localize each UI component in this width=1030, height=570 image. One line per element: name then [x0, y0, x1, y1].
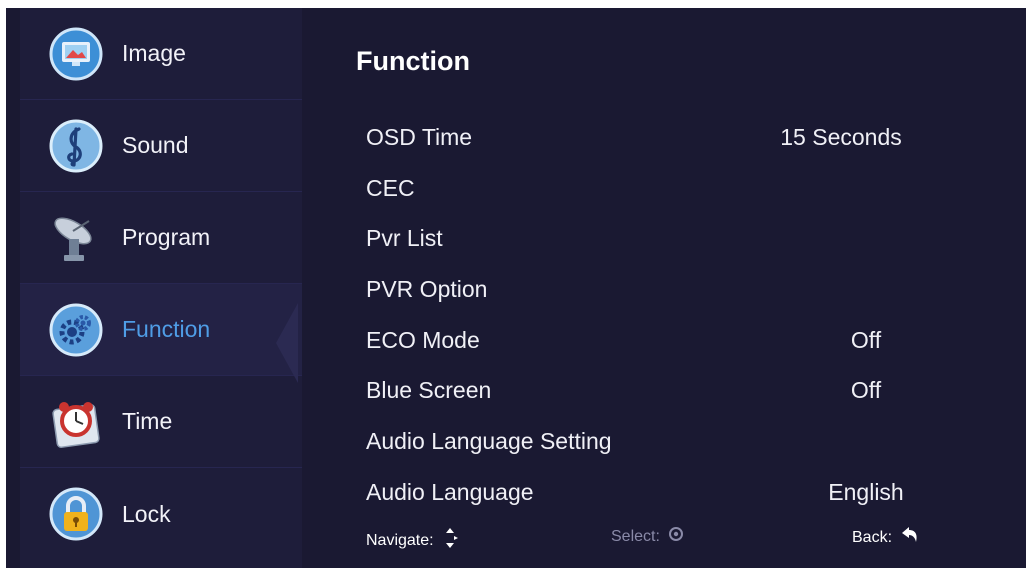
setting-value: English: [828, 478, 904, 505]
setting-pvr-list[interactable]: Pvr List: [366, 213, 966, 264]
setting-osd-time[interactable]: OSD Time 15 Seconds: [366, 112, 966, 163]
sidebar-item-program[interactable]: Program: [20, 192, 302, 284]
satellite-dish-icon: [48, 210, 104, 266]
setting-name: CEC: [366, 174, 415, 201]
sidebar-item-label: Program: [122, 224, 211, 250]
setting-value: Off: [850, 377, 882, 404]
sidebar-item-image[interactable]: Image: [20, 8, 302, 100]
setting-name: Audio Language Setting: [366, 427, 612, 454]
setting-cec[interactable]: CEC: [366, 163, 966, 214]
select-label: Select:: [611, 527, 660, 545]
setting-value: 15 Seconds: [780, 123, 902, 150]
active-indicator: [276, 303, 298, 383]
music-note-icon: [48, 118, 104, 174]
navigate-label: Navigate:: [366, 531, 434, 549]
setting-name: Audio Language: [366, 478, 534, 505]
setting-value: Off: [850, 326, 882, 353]
sidebar-item-lock[interactable]: Lock: [20, 468, 302, 560]
sidebar-item-function[interactable]: Function: [20, 284, 302, 376]
back-hint: Back:: [852, 526, 920, 549]
back-arrow-icon: [900, 526, 920, 549]
sidebar-item-label: Lock: [122, 500, 171, 527]
hint-bar: Navigate: Select: Back:: [366, 526, 966, 556]
navigate-hint: Navigate:: [366, 526, 460, 555]
setting-name: OSD Time: [366, 123, 473, 150]
tv-menu-screen: Image Sound Program Function Time Lock F…: [6, 8, 1026, 568]
setting-audio-language-setting[interactable]: Audio Language Setting: [366, 416, 966, 467]
padlock-icon: [48, 486, 104, 542]
sidebar-item-label: Time: [122, 408, 173, 434]
setting-name: PVR Option: [366, 275, 488, 302]
sidebar-item-label: Sound: [122, 132, 189, 158]
sidebar-item-label: Image: [122, 40, 186, 66]
select-hint: Select:: [611, 526, 684, 547]
setting-audio-language[interactable]: Audio Language English: [366, 467, 966, 518]
back-label: Back:: [852, 528, 893, 546]
alarm-clock-icon: [48, 394, 104, 450]
ok-button-icon: [668, 526, 684, 547]
sidebar-item-sound[interactable]: Sound: [20, 100, 302, 192]
setting-blue-screen[interactable]: Blue Screen Off: [366, 365, 966, 416]
setting-name: ECO Mode: [366, 326, 480, 353]
sidebar: Image Sound Program Function Time Lock: [20, 8, 302, 568]
setting-name: Pvr List: [366, 225, 443, 252]
page-title: Function: [356, 46, 470, 76]
setting-pvr-option[interactable]: PVR Option: [366, 264, 966, 315]
setting-name: Blue Screen: [366, 377, 492, 404]
image-icon: [48, 26, 104, 82]
navigate-arrows-icon: [442, 526, 460, 555]
sidebar-item-label: Function: [122, 316, 211, 342]
settings-list: OSD Time 15 Seconds CEC Pvr List PVR Opt…: [366, 112, 966, 518]
sidebar-item-time[interactable]: Time: [20, 376, 302, 468]
gear-icon: [48, 302, 104, 358]
setting-eco-mode[interactable]: ECO Mode Off: [366, 315, 966, 366]
